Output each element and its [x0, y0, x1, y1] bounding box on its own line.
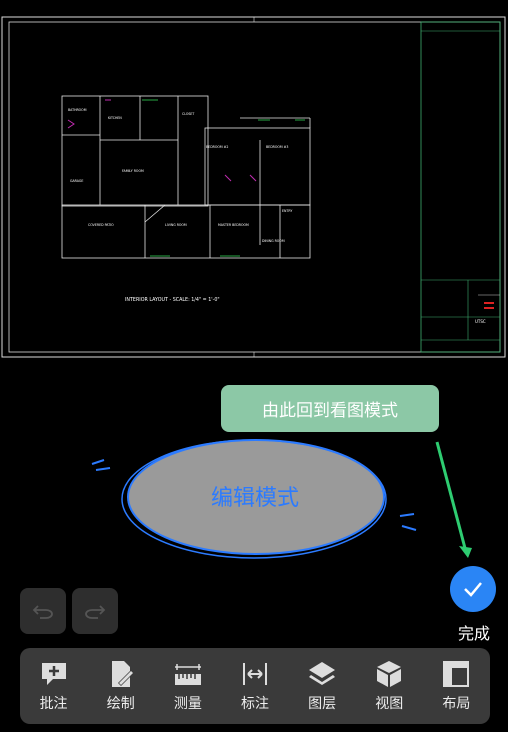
measure-icon [174, 664, 201, 685]
bottom-toolbar: 批注 绘制 测量 标注 图层 视图 布局 [20, 648, 490, 724]
tool-label: 批注 [39, 696, 68, 712]
tool-layout[interactable]: 布局 [426, 659, 486, 713]
tool-label: 布局 [442, 696, 471, 712]
room-label: BEDROOM #3 [266, 145, 288, 149]
cad-drawing-canvas[interactable]: UTSC BATHROOM GARAGE FAMILY ROOM KITCHEN… [0, 0, 508, 362]
drawing-caption: INTERIOR LAYOUT - SCALE: 1/4" = 1'-0" [125, 297, 220, 303]
dimension-icon [242, 663, 267, 685]
layers-icon [309, 662, 336, 685]
tool-draw[interactable]: 绘制 [91, 659, 151, 713]
edit-mode-label: 编辑模式 [210, 486, 299, 511]
room-label: KITCHEN [108, 116, 122, 120]
room-label: DINING ROOM [262, 239, 285, 243]
tool-measure[interactable]: 测量 [158, 659, 218, 713]
tool-label: 图层 [308, 696, 337, 712]
layout-icon [443, 661, 470, 687]
tool-view[interactable]: 视图 [359, 659, 419, 713]
done-label: 完成 [457, 624, 490, 643]
tool-layers[interactable]: 图层 [292, 659, 352, 713]
done-button[interactable] [450, 566, 496, 612]
back-to-view-mode-hint[interactable]: 由此回到看图模式 [221, 385, 439, 432]
view-cube-icon [377, 661, 402, 687]
checkmark-icon [464, 582, 482, 597]
room-label: BATHROOM [68, 108, 87, 112]
title-block-text: UTSC [475, 319, 486, 324]
room-label: CLOSET [182, 112, 194, 116]
room-label: MASTER BEDROOM [218, 223, 249, 227]
room-label: GARAGE [70, 179, 83, 183]
room-label: COVERED PATIO [88, 223, 114, 227]
room-label: LIVING ROOM [165, 223, 187, 227]
room-label: ENTRY [282, 209, 292, 213]
tool-dimension[interactable]: 标注 [225, 659, 285, 713]
tool-label: 测量 [173, 696, 202, 712]
redo-icon [85, 605, 106, 619]
undo-button[interactable] [20, 588, 66, 634]
tool-label: 绘制 [106, 696, 135, 712]
undo-icon [32, 605, 53, 619]
room-label: BEDROOM #2 [206, 145, 228, 149]
tool-label: 标注 [240, 696, 269, 712]
redo-button[interactable] [72, 588, 118, 634]
draw-icon [111, 661, 134, 687]
room-label: FAMILY ROOM [122, 169, 144, 173]
annotate-icon [41, 663, 66, 685]
tool-annotate[interactable]: 批注 [24, 659, 84, 713]
tool-label: 视图 [375, 696, 404, 712]
